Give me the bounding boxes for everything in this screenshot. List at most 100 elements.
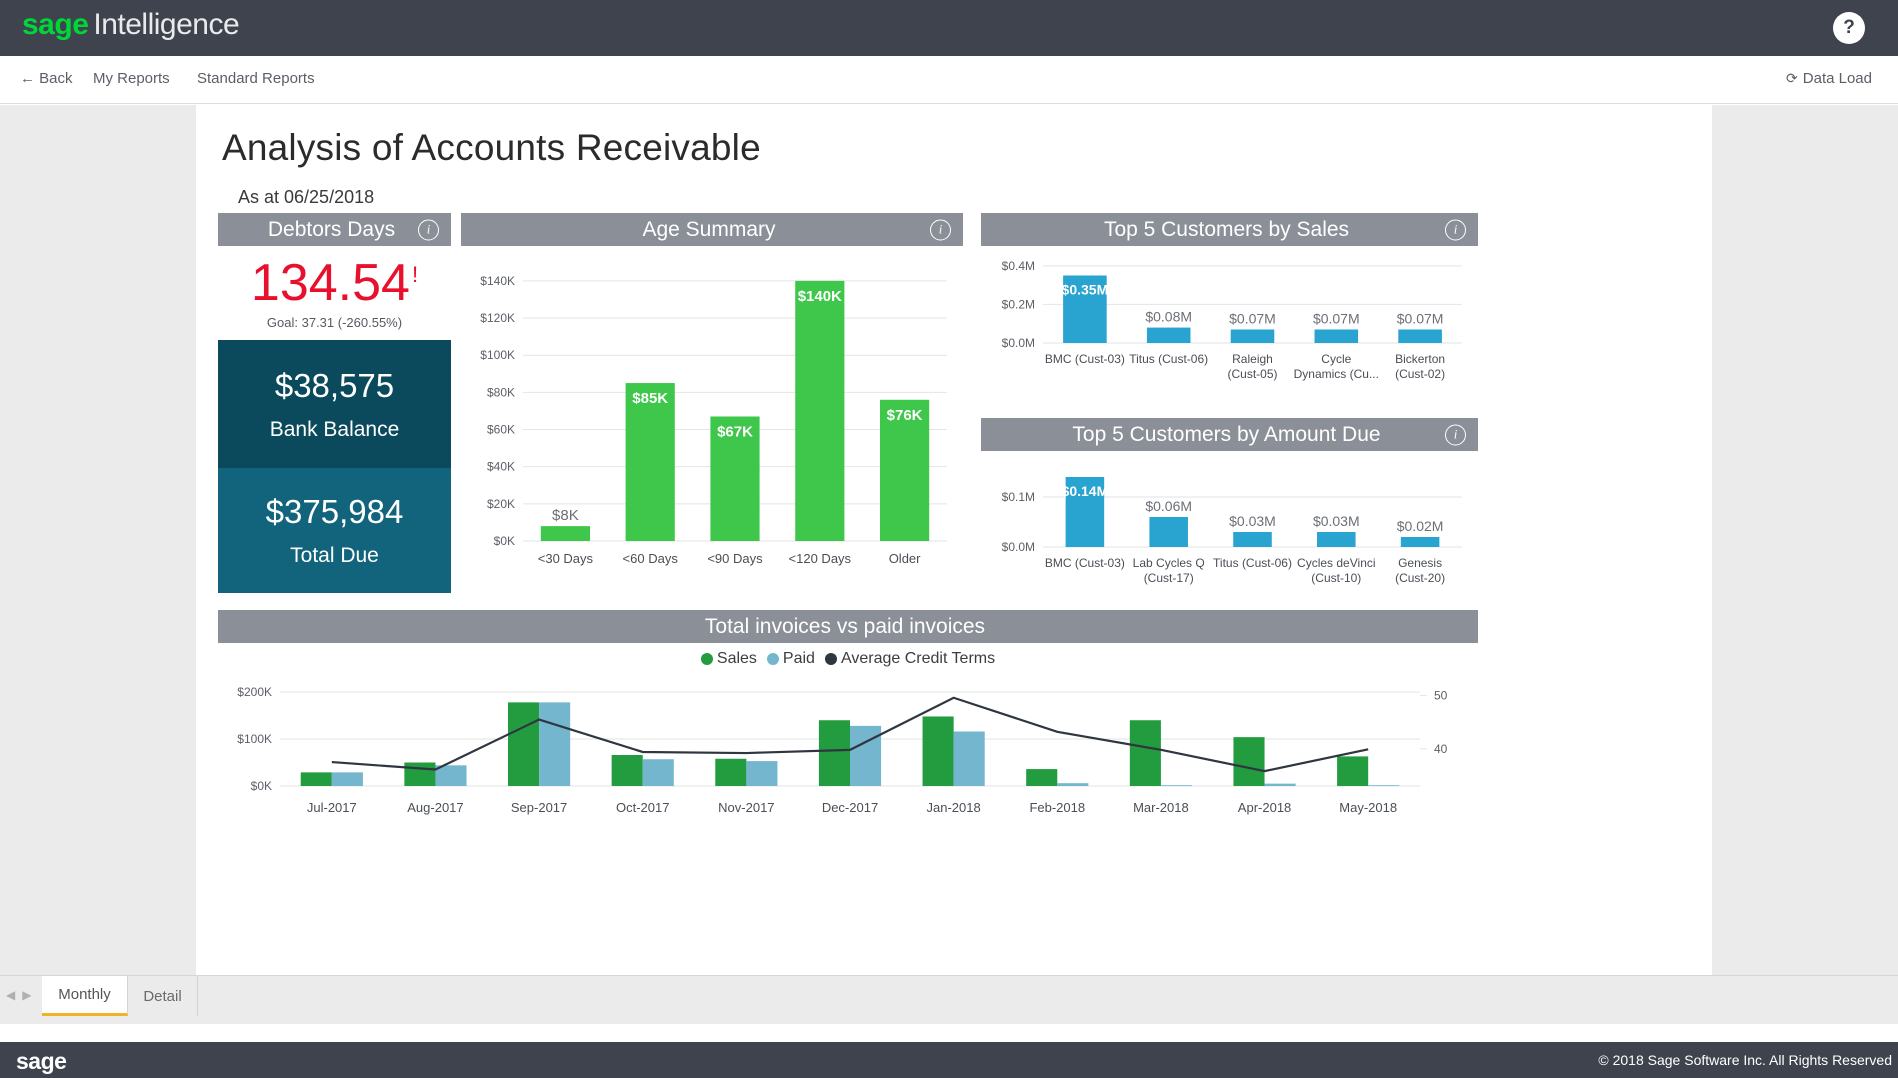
svg-text:Feb-2018: Feb-2018: [1029, 800, 1085, 815]
nav-bar: ← Back My Reports Standard Reports ⟳Data…: [0, 56, 1898, 104]
nav-standard-reports[interactable]: Standard Reports: [197, 70, 315, 87]
svg-text:<90 Days: <90 Days: [707, 551, 763, 566]
total-due-value: $375,984: [266, 493, 404, 531]
footer-logo: sage: [16, 1048, 66, 1075]
svg-text:$0.4M: $0.4M: [1002, 259, 1035, 273]
svg-text:$0.07M: $0.07M: [1397, 311, 1444, 327]
svg-text:Jan-2018: Jan-2018: [927, 800, 981, 815]
legend-item-paid[interactable]: Paid: [767, 650, 815, 668]
age-summary-header: Age Summary i: [461, 213, 963, 246]
svg-text:$100K: $100K: [237, 732, 272, 746]
svg-text:$100K: $100K: [480, 348, 515, 362]
svg-text:$0K: $0K: [251, 779, 272, 793]
top5-due-chart[interactable]: $0.0M$0.1M$0.14MBMC (Cust-03)$0.06MLab C…: [981, 453, 1478, 603]
svg-text:Apr-2018: Apr-2018: [1238, 800, 1291, 815]
legend-item-avg-credit-terms[interactable]: Average Credit Terms: [825, 650, 995, 668]
legend-item-sales[interactable]: Sales: [701, 650, 757, 668]
age-summary-chart[interactable]: $0K$20K$40K$60K$80K$100K$120K$140K$8K<30…: [461, 248, 963, 593]
info-icon[interactable]: i: [1445, 424, 1466, 445]
svg-text:$0.1M: $0.1M: [1002, 490, 1035, 504]
svg-text:Nov-2017: Nov-2017: [718, 800, 774, 815]
sheet-tab-bar: ◀▶ Monthly Detail: [0, 975, 1898, 1024]
debtors-days-goal: Goal: 37.31 (-260.55%): [218, 315, 451, 330]
top-bar: sageIntelligence ?: [0, 0, 1898, 56]
svg-text:$120K: $120K: [480, 311, 515, 325]
svg-text:Lab Cycles Q: Lab Cycles Q: [1133, 556, 1205, 570]
svg-text:$0.03M: $0.03M: [1313, 513, 1360, 529]
svg-text:$0.35M: $0.35M: [1062, 282, 1109, 298]
info-icon[interactable]: i: [418, 219, 439, 240]
svg-text:$0.03M: $0.03M: [1229, 513, 1276, 529]
svg-text:BMC (Cust-03): BMC (Cust-03): [1045, 556, 1125, 570]
svg-text:$0.07M: $0.07M: [1229, 311, 1276, 327]
nav-my-reports[interactable]: My Reports: [93, 70, 170, 87]
combo-chart-header: Total invoices vs paid invoices: [218, 610, 1478, 643]
svg-text:Sep-2017: Sep-2017: [511, 800, 567, 815]
svg-text:(Cust-10): (Cust-10): [1311, 571, 1361, 585]
svg-text:Raleigh: Raleigh: [1232, 352, 1273, 366]
svg-text:$8K: $8K: [552, 507, 579, 524]
top5-sales-svg: $0.0M$0.2M$0.4M$0.35MBMC (Cust-03)$0.08M…: [981, 248, 1478, 401]
svg-text:Bickerton: Bickerton: [1395, 352, 1445, 366]
sage-intelligence-dashboard: sageIntelligence ? ← Back My Reports Sta…: [0, 0, 1898, 1078]
svg-text:Mar-2018: Mar-2018: [1133, 800, 1189, 815]
help-icon[interactable]: ?: [1833, 12, 1865, 44]
svg-text:$85K: $85K: [632, 390, 668, 407]
tab-monthly-label: Monthly: [58, 986, 111, 1003]
svg-text:$200K: $200K: [237, 685, 272, 699]
combo-chart[interactable]: $0K$100K$200K4050Jul-2017Aug-2017Sep-201…: [218, 673, 1478, 828]
svg-text:$140K: $140K: [480, 274, 515, 288]
svg-text:50: 50: [1434, 689, 1448, 703]
svg-text:$20K: $20K: [487, 497, 515, 511]
legend-swatch-paid: [767, 653, 779, 665]
svg-text:$0K: $0K: [494, 534, 515, 548]
info-icon[interactable]: i: [1445, 219, 1466, 240]
top5-sales-header: Top 5 Customers by Sales i: [981, 213, 1478, 246]
svg-text:Cycles deVinci: Cycles deVinci: [1297, 556, 1375, 570]
svg-text:Titus (Cust-06): Titus (Cust-06): [1129, 352, 1208, 366]
back-button[interactable]: ← Back: [20, 70, 73, 87]
svg-text:May-2018: May-2018: [1339, 800, 1397, 815]
debtors-days-value: 134.54: [251, 254, 410, 312]
legend-label-sales: Sales: [717, 650, 757, 668]
svg-text:$0.2M: $0.2M: [1002, 297, 1035, 311]
svg-text:<60 Days: <60 Days: [623, 551, 679, 566]
svg-text:40: 40: [1434, 742, 1448, 756]
combo-chart-title: Total invoices vs paid invoices: [705, 615, 991, 639]
debtors-days-title: Debtors Days: [268, 218, 401, 242]
svg-text:<120 Days: <120 Days: [789, 551, 852, 566]
svg-text:Aug-2017: Aug-2017: [407, 800, 463, 815]
data-load-button[interactable]: ⟳Data Load: [1786, 70, 1872, 87]
bank-balance-value: $38,575: [275, 367, 394, 405]
alert-icon: !: [412, 262, 418, 287]
svg-text:(Cust-02): (Cust-02): [1395, 367, 1445, 381]
svg-text:$0.07M: $0.07M: [1313, 311, 1360, 327]
svg-text:$76K: $76K: [887, 407, 923, 424]
svg-text:$0.0M: $0.0M: [1002, 540, 1035, 554]
tab-monthly[interactable]: Monthly: [42, 976, 128, 1016]
svg-text:$40K: $40K: [487, 460, 515, 474]
svg-text:$0.06M: $0.06M: [1145, 498, 1192, 514]
svg-text:(Cust-20): (Cust-20): [1395, 571, 1445, 585]
top5-due-svg: $0.0M$0.1M$0.14MBMC (Cust-03)$0.06MLab C…: [981, 453, 1478, 603]
svg-text:Dynamics (Cu...: Dynamics (Cu...: [1294, 367, 1379, 381]
tab-detail-label: Detail: [143, 988, 181, 1005]
info-icon[interactable]: i: [930, 219, 951, 240]
total-due-label: Total Due: [290, 544, 379, 568]
tab-detail[interactable]: Detail: [128, 976, 198, 1016]
legend-swatch-avg-credit-terms: [825, 653, 837, 665]
refresh-icon: ⟳: [1786, 70, 1798, 86]
bank-balance-label: Bank Balance: [270, 418, 400, 442]
svg-text:$0.02M: $0.02M: [1397, 518, 1444, 534]
page-body: Analysis of Accounts Receivable As at 06…: [0, 105, 1898, 975]
top5-due-title: Top 5 Customers by Amount Due: [1072, 423, 1386, 447]
age-summary-title: Age Summary: [642, 218, 781, 242]
svg-text:(Cust-17): (Cust-17): [1144, 571, 1194, 585]
top5-sales-title: Top 5 Customers by Sales: [1104, 218, 1355, 242]
svg-text:Older: Older: [889, 551, 921, 566]
svg-text:$0.08M: $0.08M: [1145, 309, 1192, 325]
top5-sales-chart[interactable]: $0.0M$0.2M$0.4M$0.35MBMC (Cust-03)$0.08M…: [981, 248, 1478, 401]
debtors-days-header: Debtors Days i: [218, 213, 451, 246]
footer: sage © 2018 Sage Software Inc. All Right…: [0, 1042, 1898, 1078]
tab-nav-arrows[interactable]: ◀▶: [6, 988, 38, 1002]
